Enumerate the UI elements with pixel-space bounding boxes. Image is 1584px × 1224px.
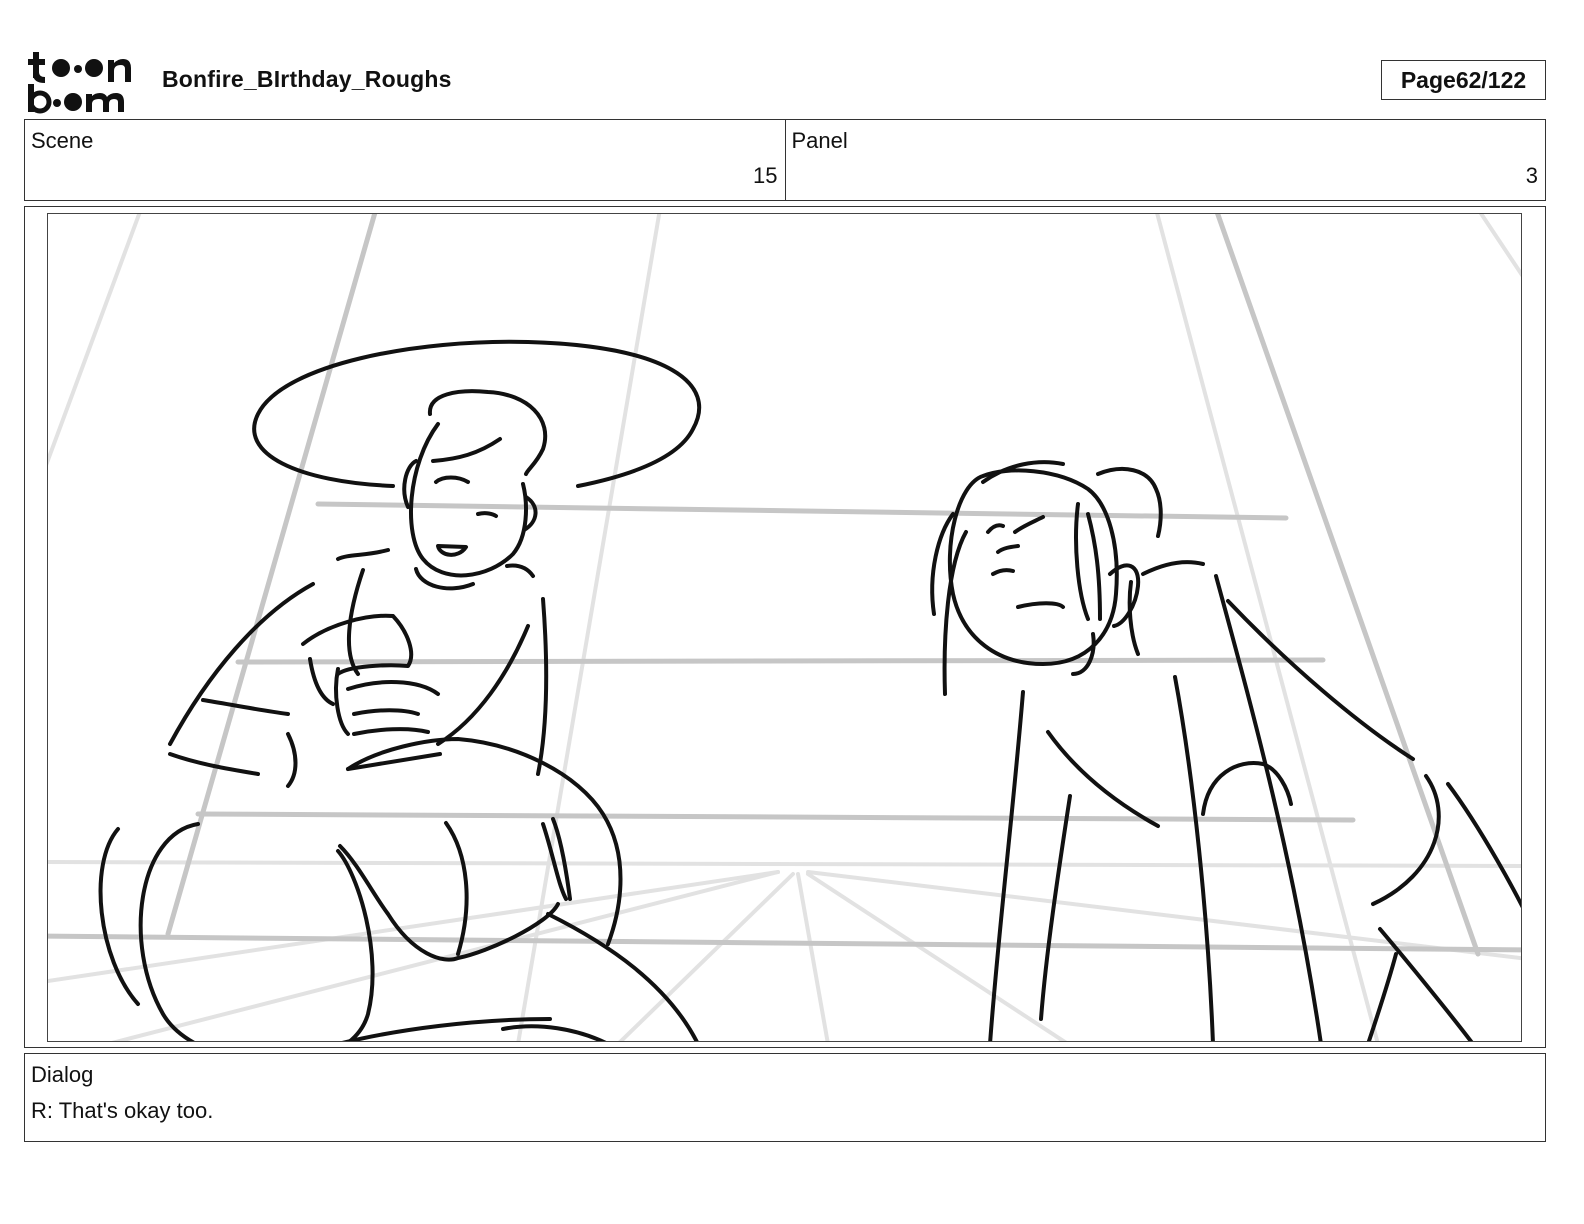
- page-indicator: Page 62/122: [1381, 60, 1546, 100]
- page-label: Page: [1400, 66, 1456, 93]
- scene-panel-row: Scene 15 Panel 3: [24, 119, 1546, 201]
- panel-label: Panel: [791, 128, 848, 153]
- scene-cell: Scene 15: [25, 120, 785, 200]
- storyboard-sketch: [47, 213, 1522, 1042]
- dialog-text: R: That's okay too.: [31, 1098, 214, 1123]
- document-title: Bonfire_BIrthday_Roughs: [162, 66, 452, 92]
- toon-boom-logo: [28, 50, 140, 114]
- panel-cell: Panel 3: [784, 120, 1546, 200]
- scene-number: 15: [753, 163, 778, 188]
- scene-label: Scene: [31, 128, 94, 153]
- panel-number: 3: [1525, 163, 1538, 188]
- dialog-section: Dialog R: That's okay too.: [24, 1053, 1546, 1142]
- page-number: 62/122: [1455, 66, 1527, 93]
- dialog-label: Dialog: [31, 1062, 94, 1087]
